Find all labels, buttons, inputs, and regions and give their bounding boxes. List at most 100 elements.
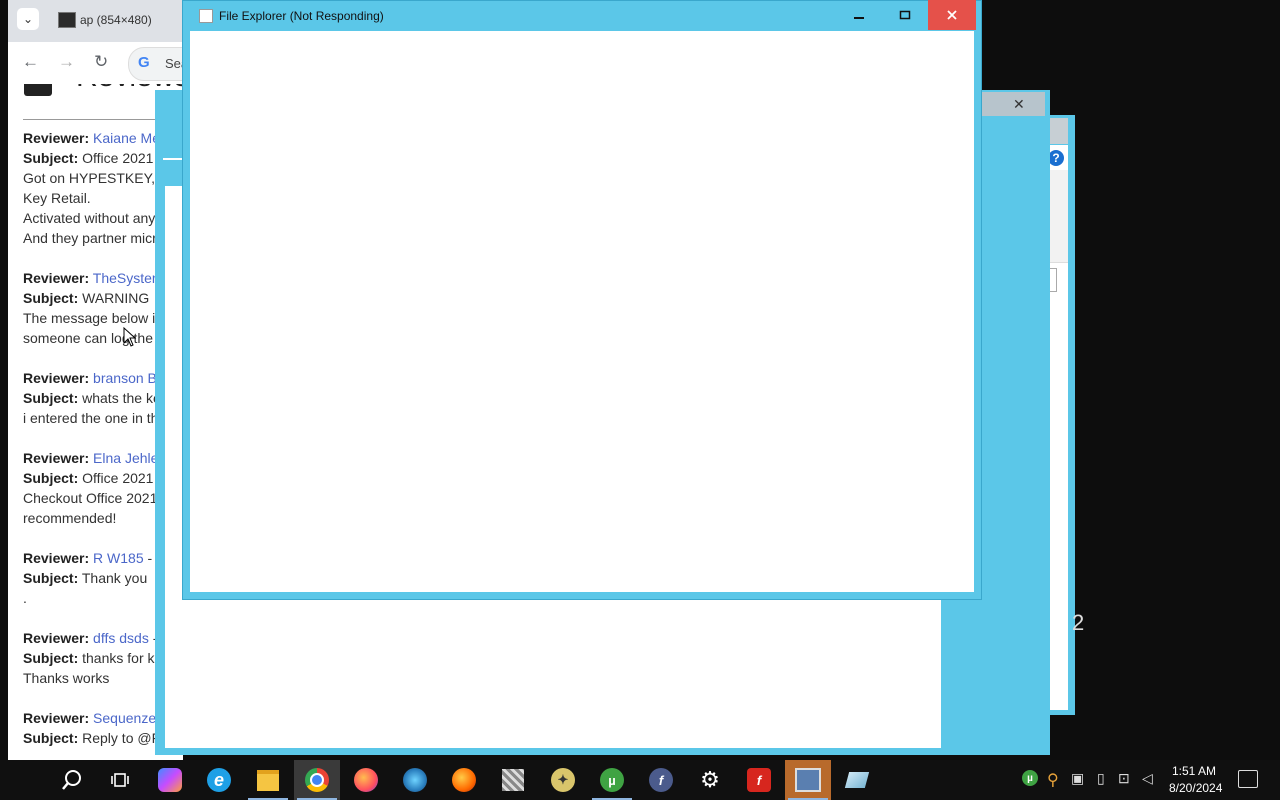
minimize-button[interactable]	[836, 0, 882, 30]
tray-battery-icon[interactable]: ▯	[1097, 770, 1105, 787]
window-title: File Explorer (Not Responding)	[219, 9, 384, 23]
taskbar-firefox[interactable]	[343, 760, 389, 800]
text: whats the ke	[82, 390, 161, 406]
subject-line: Subject: Office 2021	[23, 150, 153, 166]
field-label: Reviewer:	[23, 130, 90, 146]
clock-date[interactable]: 8/20/2024	[1169, 781, 1222, 795]
reviewer-link[interactable]: TheSyster	[93, 270, 157, 286]
reviewer-link[interactable]: dffs dsds	[93, 630, 149, 646]
reviewer-line: Reviewer: R W185 -	[23, 550, 152, 566]
globe-icon	[403, 768, 427, 792]
internet-explorer-icon: e	[207, 768, 231, 792]
copilot-icon	[158, 768, 182, 792]
monitor-app-icon	[844, 772, 870, 788]
taskbar-app-monitor[interactable]	[834, 760, 880, 800]
tab-title[interactable]: ap (854×480)	[80, 13, 152, 27]
taskbar-utorrent[interactable]: µ	[589, 760, 635, 800]
text: Checkout Office 2021	[23, 490, 158, 506]
text: WARNING	[82, 290, 150, 306]
chrome-icon	[305, 768, 329, 792]
notification-center-icon[interactable]	[1238, 770, 1258, 788]
firefox-icon	[452, 768, 476, 792]
taskbar-app-bird[interactable]: ✦	[540, 760, 586, 800]
field-label: Reviewer:	[23, 270, 90, 286]
taskbar-search-button[interactable]	[49, 760, 95, 800]
clock-time[interactable]: 1:51 AM	[1172, 764, 1216, 778]
tray-volume-icon[interactable]: ◁	[1142, 770, 1153, 787]
text: recommended!	[23, 510, 117, 526]
field-label: Reviewer:	[23, 370, 90, 386]
reviewer-line: Reviewer: Sequenze	[23, 710, 156, 726]
firefox-icon	[354, 768, 378, 792]
bird-app-icon: ✦	[551, 768, 575, 792]
subject-line: Subject: Office 2021	[23, 470, 153, 486]
review-text-line: .	[23, 590, 27, 606]
close-button[interactable]	[928, 0, 976, 30]
window-body-blank	[190, 31, 974, 592]
text: And they partner micr	[23, 230, 157, 246]
text: Thanks works	[23, 670, 110, 686]
reviewer-link[interactable]: Elna Jehle	[93, 450, 158, 466]
review-text-line: Got on HYPESTKEY,	[23, 170, 155, 186]
reload-icon[interactable]: ↻	[94, 52, 108, 72]
help-icon[interactable]: ?	[1048, 150, 1064, 166]
text: Thank you	[81, 570, 148, 586]
field-label: Reviewer:	[23, 630, 90, 646]
reviewer-line: Reviewer: dffs dsds -	[23, 630, 157, 646]
close-icon[interactable]: ✕	[1013, 96, 1025, 113]
reviewer-link[interactable]: Sequenze	[93, 710, 156, 726]
taskbar-firefox-2[interactable]	[441, 760, 487, 800]
taskbar-internet-explorer[interactable]: e	[196, 760, 242, 800]
review-text-line: And they partner micr	[23, 230, 157, 246]
taskbar-app-hash[interactable]	[490, 760, 536, 800]
tray-network-icon[interactable]: ⊡	[1118, 770, 1130, 787]
review-text-line: Key Retail.	[23, 190, 91, 206]
flash-app-icon: f	[649, 768, 673, 792]
tray-key-icon[interactable]: ⚲	[1047, 770, 1059, 790]
field-label: Reviewer:	[23, 550, 90, 566]
flash-player-icon: f	[747, 768, 771, 792]
subject-line: Subject: Reply to @F	[23, 730, 160, 746]
taskbar-flash-player[interactable]: f	[736, 760, 782, 800]
review-text-line: Checkout Office 2021	[23, 490, 157, 506]
tray-utorrent-icon[interactable]: µ	[1022, 770, 1038, 786]
hash-app-icon	[502, 769, 524, 791]
subject-line: Subject: whats the ke	[23, 390, 161, 406]
text: Got on HYPESTKEY,	[23, 170, 156, 186]
text: Reply to @F	[82, 730, 161, 746]
taskbar-chrome[interactable]	[294, 760, 340, 800]
tab-favicon-icon	[58, 12, 76, 28]
network-app-icon	[795, 768, 821, 792]
task-view-button[interactable]	[97, 760, 143, 800]
forward-arrow-icon[interactable]: →	[58, 52, 75, 72]
task-view-icon	[111, 773, 129, 787]
taskbar-settings[interactable]: ⚙	[687, 760, 733, 800]
reviewer-line: Reviewer: branson B	[23, 370, 157, 386]
reviewer-link[interactable]: R W185	[93, 550, 144, 566]
close-icon	[947, 10, 957, 20]
taskbar-file-explorer[interactable]	[245, 760, 291, 800]
review-text-line: i entered the one in th	[23, 410, 158, 426]
background-titlebar	[975, 92, 1045, 116]
tab-search-dropdown-button[interactable]: ⌄	[17, 8, 39, 30]
taskbar-app-flash[interactable]: f	[638, 760, 684, 800]
reviewer-line: Reviewer: Elna Jehle	[23, 450, 158, 466]
maximize-button[interactable]	[882, 0, 928, 30]
utorrent-icon: µ	[600, 768, 624, 792]
tray-windows-icon[interactable]: ▣	[1071, 770, 1084, 787]
field-label: Subject:	[23, 650, 79, 666]
back-arrow-icon[interactable]: ←	[22, 52, 39, 72]
reviewer-link[interactable]: branson B	[93, 370, 157, 386]
text: Office 2021	[82, 470, 154, 486]
review-text-line: Activated without any	[23, 210, 155, 226]
taskbar-app-network[interactable]	[785, 760, 831, 800]
omnibox-text[interactable]: Sea	[165, 56, 183, 71]
reviewer-suffix: -	[143, 550, 153, 566]
search-icon	[62, 770, 81, 790]
taskbar-app-globe[interactable]	[392, 760, 438, 800]
taskbar-copilot[interactable]	[147, 760, 193, 800]
field-label: Subject:	[23, 470, 79, 486]
subject-line: Subject: Thank you	[23, 570, 147, 586]
text: .	[23, 590, 27, 606]
subject-line: Subject: thanks for ke	[23, 650, 162, 666]
